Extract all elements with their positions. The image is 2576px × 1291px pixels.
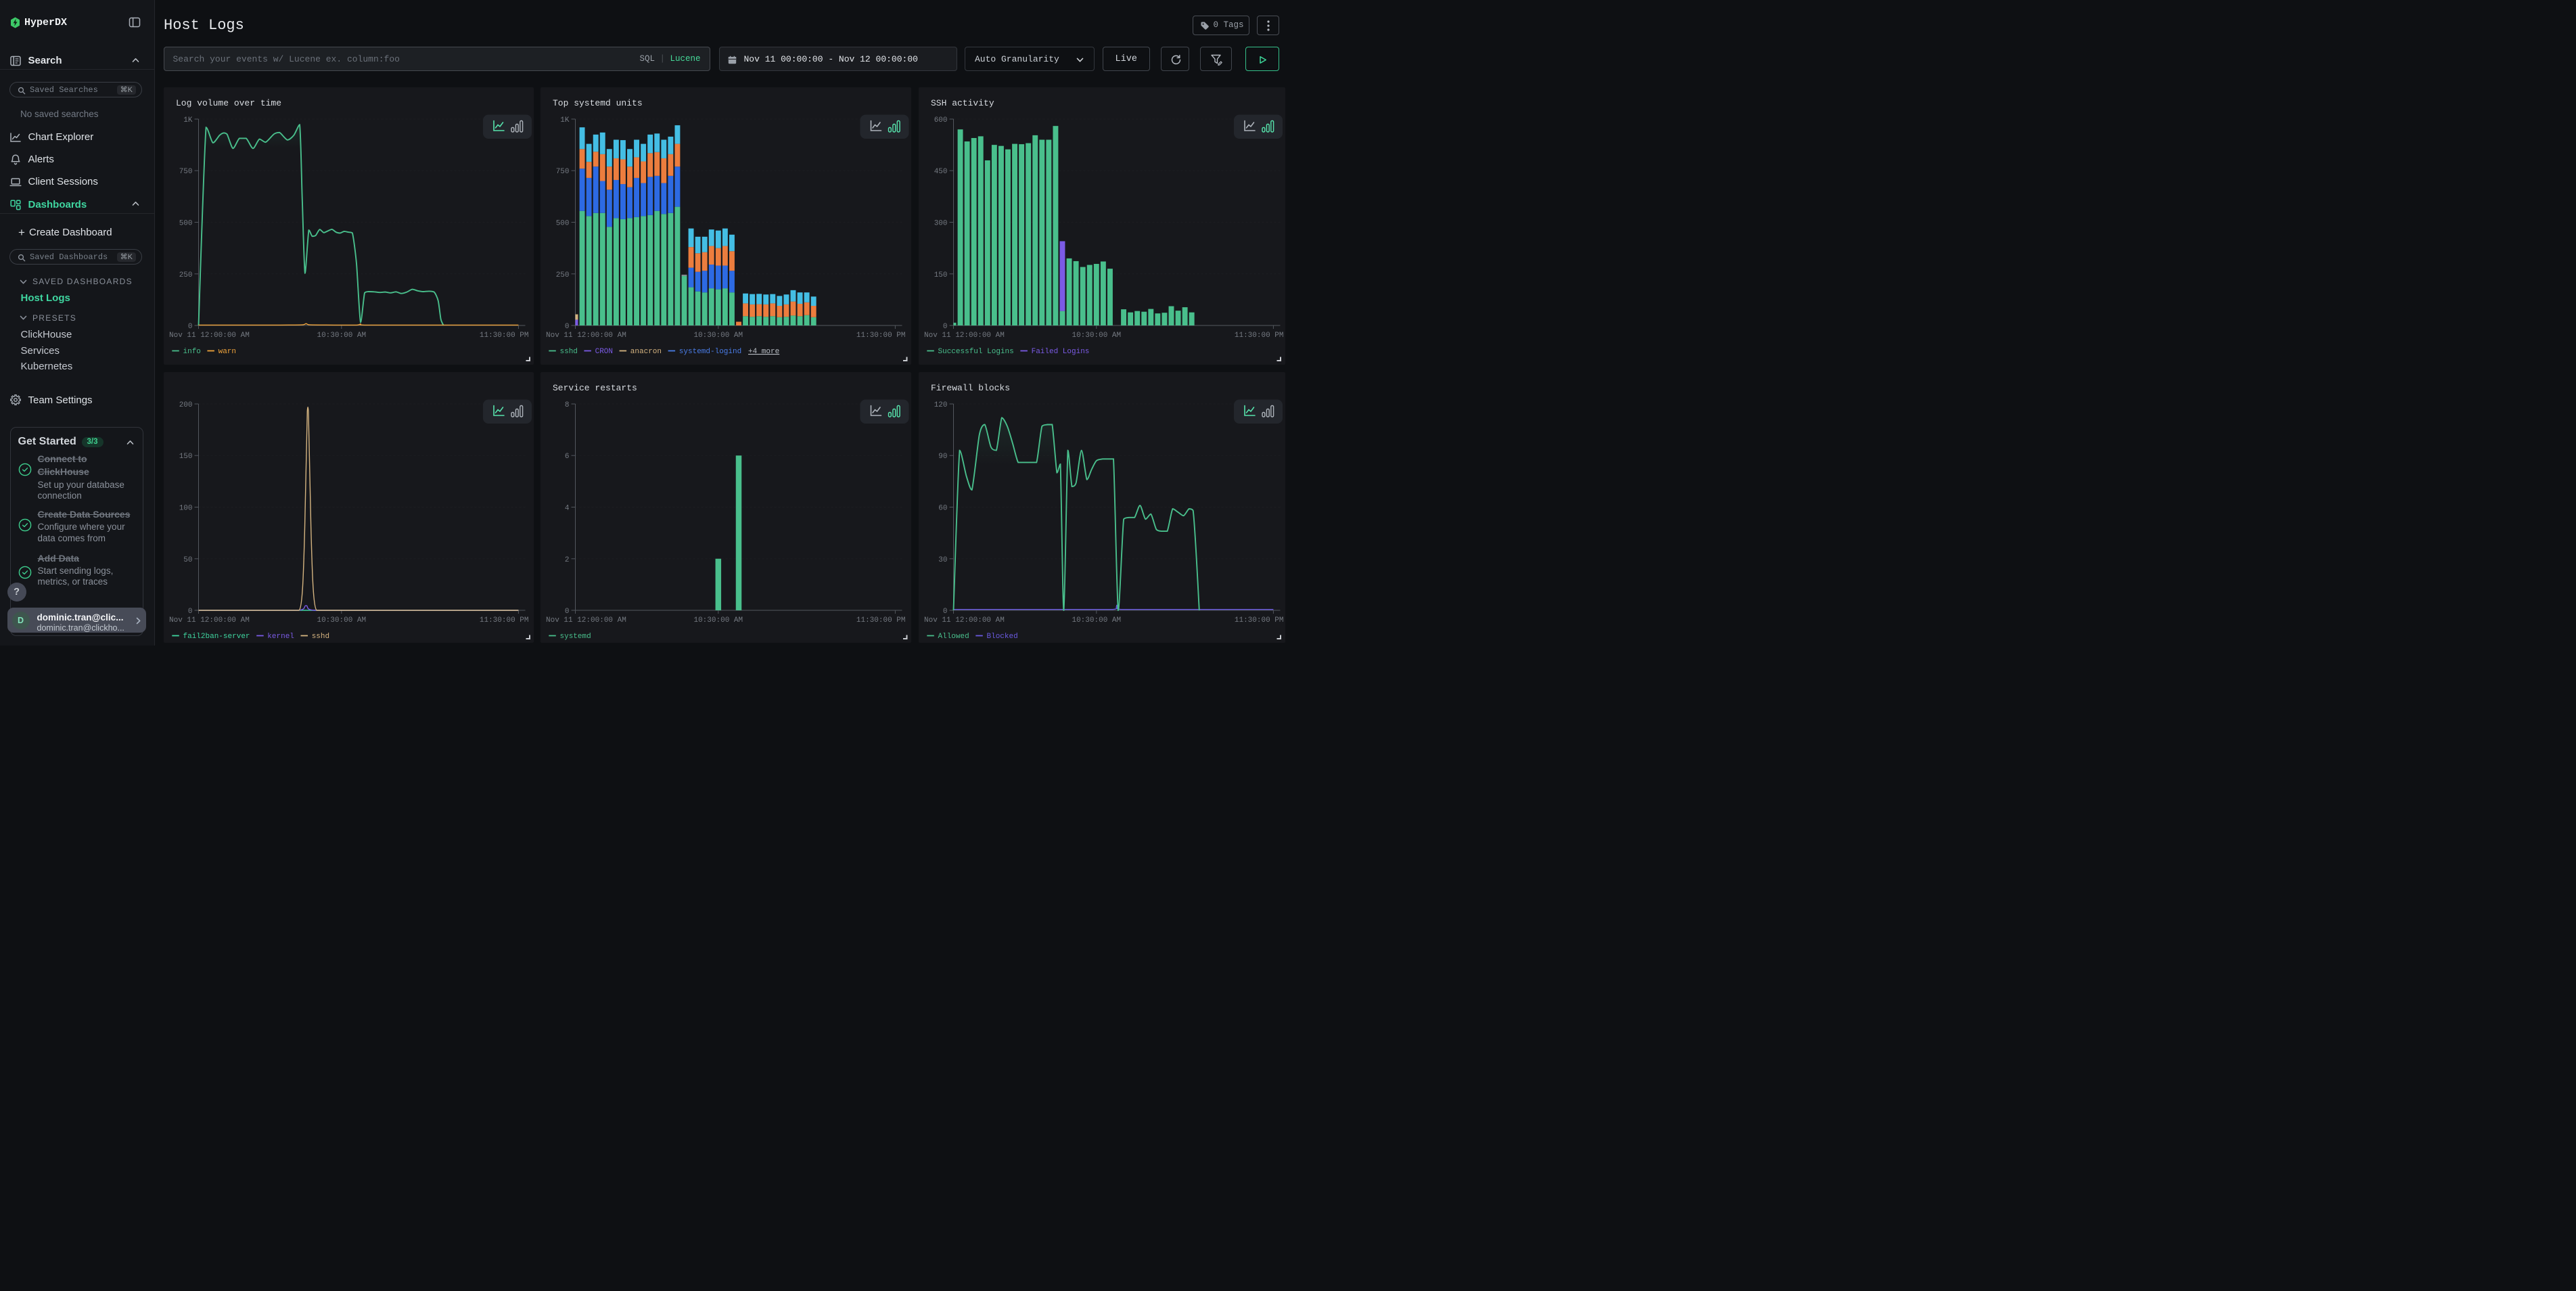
svg-text:Nov 11 12:00:00 AM: Nov 11 12:00:00 AM — [169, 616, 250, 625]
svg-text:11:30:00 PM: 11:30:00 PM — [479, 616, 528, 625]
svg-text:600: 600 — [934, 116, 948, 124]
svg-text:2: 2 — [565, 556, 570, 564]
svg-text:500: 500 — [179, 220, 192, 228]
svg-text:Failed Logins: Failed Logins — [1032, 348, 1090, 356]
svg-text:Log volume over time: Log volume over time — [176, 98, 281, 108]
svg-text:60: 60 — [938, 505, 947, 513]
svg-text:200: 200 — [179, 401, 192, 409]
svg-text:10:30:00 AM: 10:30:00 AM — [1072, 616, 1121, 625]
svg-text:Service restarts: Service restarts — [553, 383, 637, 393]
svg-text:10:30:00 AM: 10:30:00 AM — [1072, 332, 1121, 340]
svg-text:10:30:00 AM: 10:30:00 AM — [317, 332, 366, 340]
svg-text:warn: warn — [218, 348, 235, 356]
svg-text:0: 0 — [187, 608, 192, 616]
svg-text:kernel: kernel — [267, 633, 294, 641]
svg-text:8: 8 — [565, 401, 570, 409]
svg-text:4: 4 — [565, 505, 570, 513]
svg-text:6: 6 — [565, 453, 570, 461]
svg-text:Firewall blocks: Firewall blocks — [931, 383, 1010, 393]
svg-text:250: 250 — [179, 271, 192, 279]
svg-text:11:30:00 PM: 11:30:00 PM — [479, 332, 528, 340]
svg-text:Nov 11 12:00:00 AM: Nov 11 12:00:00 AM — [546, 332, 626, 340]
svg-text:1K: 1K — [183, 116, 193, 124]
svg-text:150: 150 — [934, 271, 948, 279]
svg-text:11:30:00 PM: 11:30:00 PM — [1235, 616, 1284, 625]
svg-text:Successful Logins: Successful Logins — [938, 348, 1014, 356]
svg-text:SSH activity: SSH activity — [931, 98, 994, 108]
svg-text:Blocked: Blocked — [987, 633, 1018, 641]
svg-text:1K: 1K — [560, 116, 570, 124]
svg-text:120: 120 — [934, 401, 948, 409]
svg-text:11:30:00 PM: 11:30:00 PM — [856, 616, 906, 625]
svg-text:sshd: sshd — [311, 633, 329, 641]
svg-text:Nov 11 12:00:00 AM: Nov 11 12:00:00 AM — [169, 332, 250, 340]
svg-text:30: 30 — [938, 556, 947, 564]
svg-text:CRON: CRON — [595, 348, 613, 356]
svg-text:systemd: systemd — [560, 633, 591, 641]
svg-text:0: 0 — [943, 323, 948, 331]
svg-text:10:30:00 AM: 10:30:00 AM — [693, 616, 743, 625]
svg-text:Nov 11 12:00:00 AM: Nov 11 12:00:00 AM — [924, 332, 1005, 340]
svg-text:Nov 11 12:00:00 AM: Nov 11 12:00:00 AM — [546, 616, 626, 625]
svg-text:info: info — [183, 348, 200, 356]
svg-text:0: 0 — [565, 323, 570, 331]
svg-text:10:30:00 AM: 10:30:00 AM — [693, 332, 743, 340]
svg-text:500: 500 — [556, 220, 570, 228]
svg-text:0: 0 — [943, 608, 948, 616]
svg-text:+4 more: +4 more — [748, 348, 779, 356]
svg-text:Allowed: Allowed — [938, 633, 969, 641]
svg-text:Top systemd units: Top systemd units — [553, 98, 643, 108]
svg-text:systemd-logind: systemd-logind — [679, 348, 741, 356]
svg-text:750: 750 — [556, 168, 570, 176]
svg-text:sshd: sshd — [560, 348, 578, 356]
svg-text:100: 100 — [179, 505, 192, 513]
svg-text:250: 250 — [556, 271, 570, 279]
svg-text:150: 150 — [179, 453, 192, 461]
svg-text:anacron: anacron — [630, 348, 662, 356]
svg-text:11:30:00 PM: 11:30:00 PM — [856, 332, 906, 340]
svg-text:Nov 11 12:00:00 AM: Nov 11 12:00:00 AM — [924, 616, 1005, 625]
svg-text:90: 90 — [938, 453, 947, 461]
svg-text:0: 0 — [187, 323, 192, 331]
svg-text:10:30:00 AM: 10:30:00 AM — [317, 616, 366, 625]
svg-text:50: 50 — [183, 556, 192, 564]
svg-text:0: 0 — [565, 608, 570, 616]
svg-text:750: 750 — [179, 168, 192, 176]
svg-text:11:30:00 PM: 11:30:00 PM — [1235, 332, 1284, 340]
svg-text:450: 450 — [934, 168, 948, 176]
svg-text:300: 300 — [934, 220, 948, 228]
svg-text:fail2ban-server: fail2ban-server — [183, 633, 250, 641]
